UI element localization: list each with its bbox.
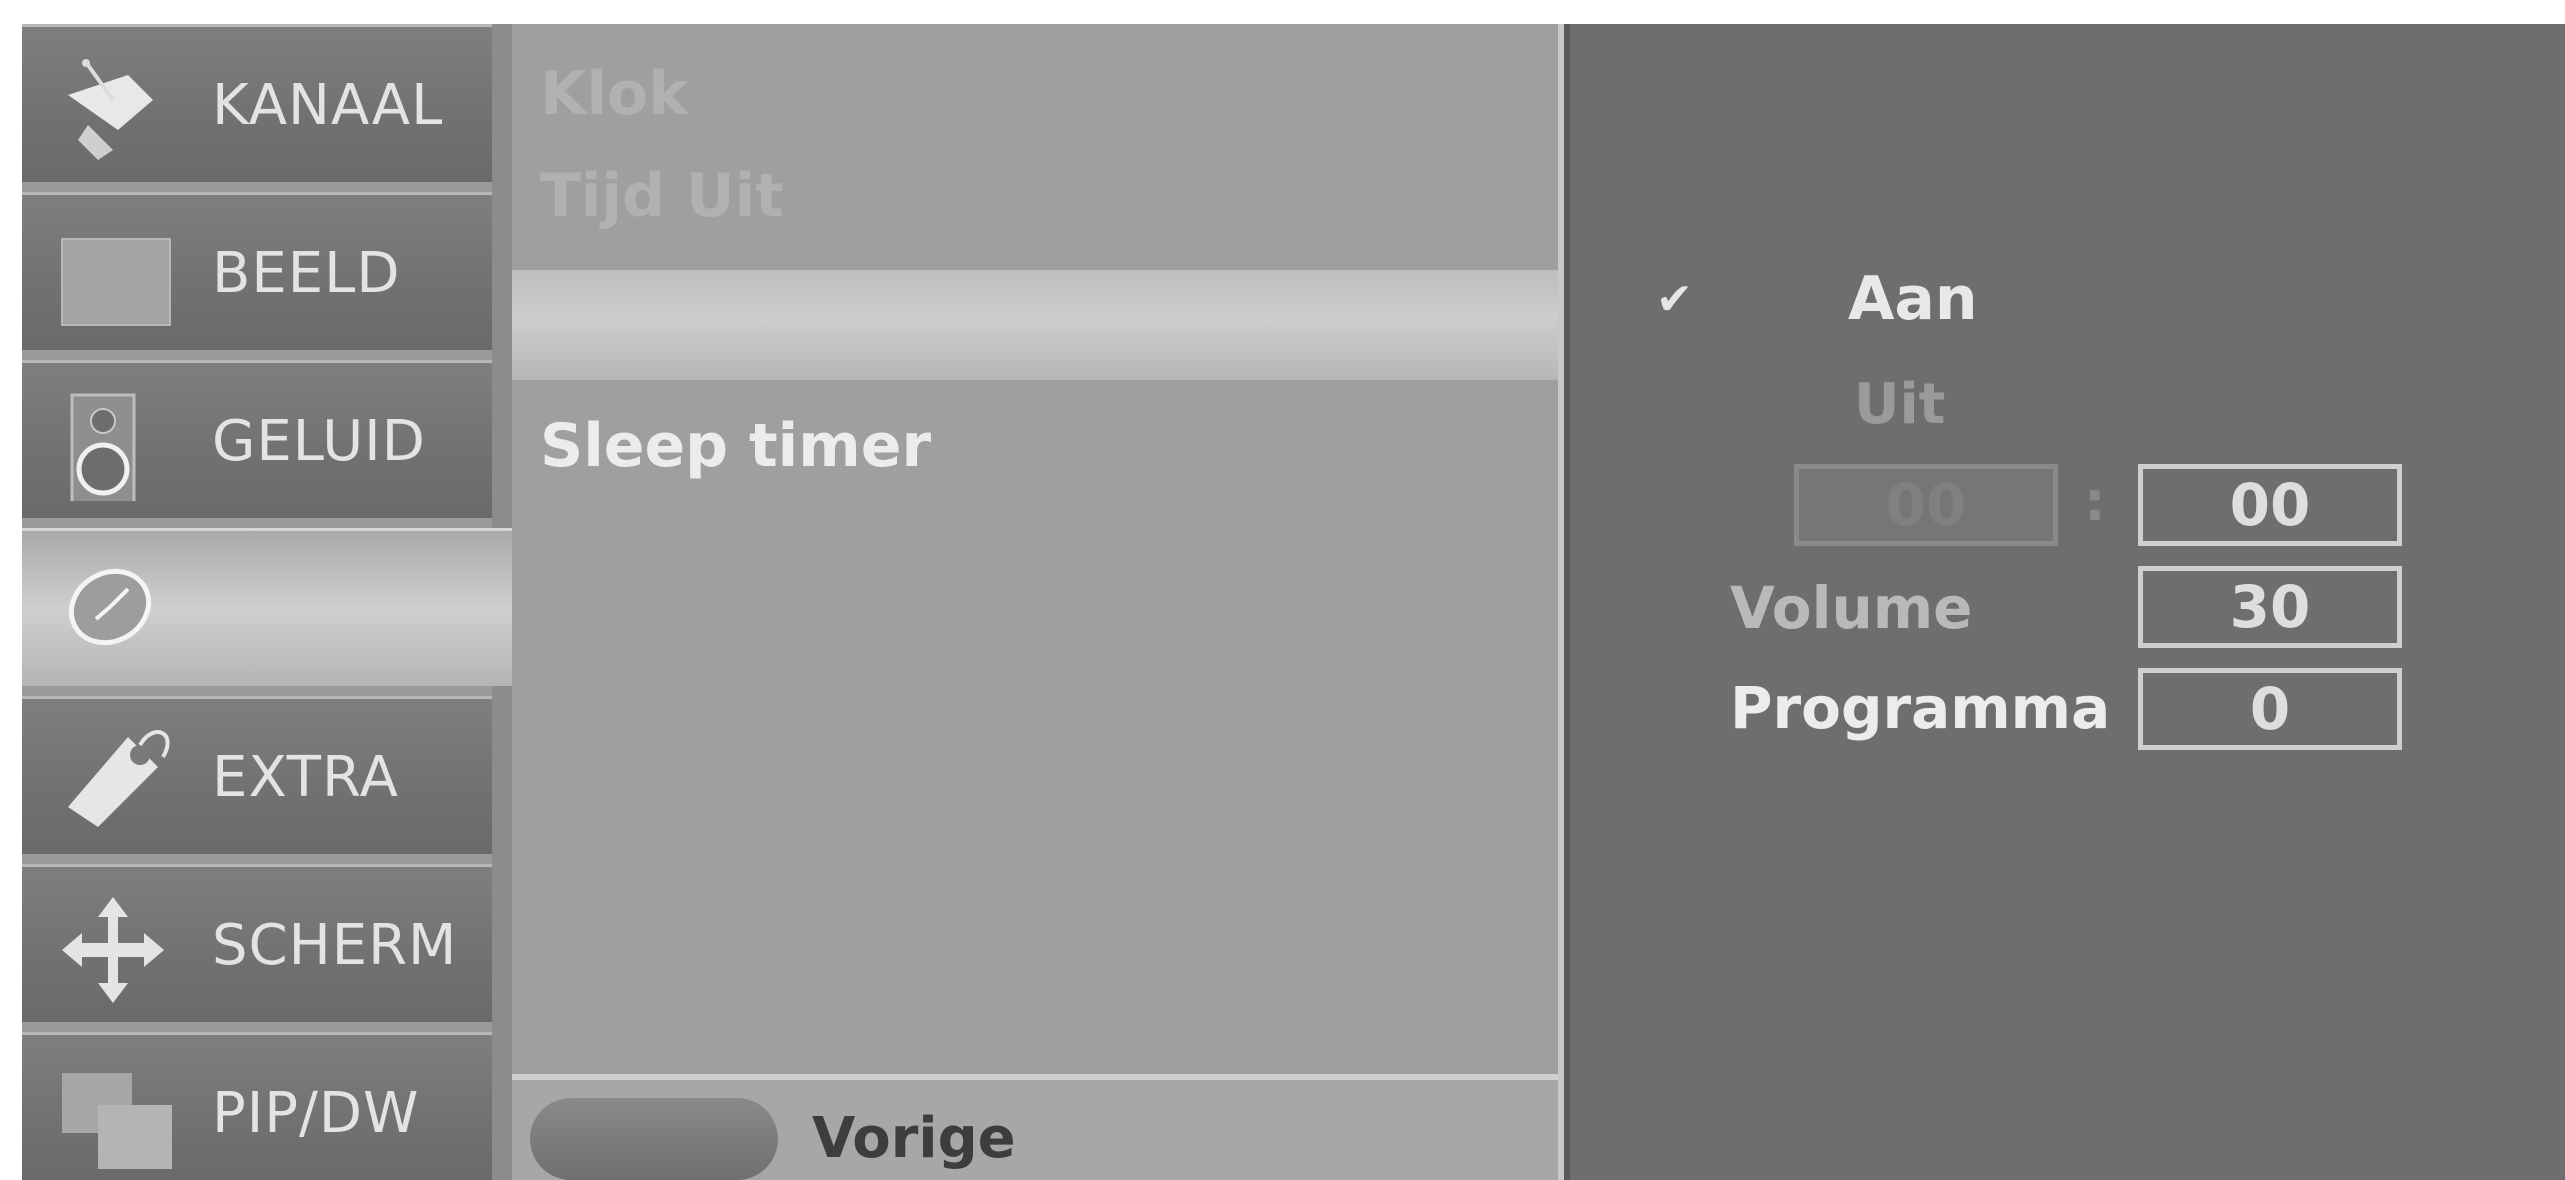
time-separator: : bbox=[2084, 470, 2106, 533]
sidebar-item-scherm[interactable]: SCHERM bbox=[22, 864, 492, 1022]
sidebar-item-label: KANAAL bbox=[212, 73, 444, 138]
move-arrows-icon bbox=[58, 895, 178, 1005]
option-on[interactable]: Aan bbox=[1848, 264, 1978, 334]
sidebar-item-label: EXTRA bbox=[212, 745, 399, 810]
satellite-dish-icon bbox=[58, 55, 178, 165]
sidebar-item-pip-dw[interactable]: PIP/DW bbox=[22, 1032, 492, 1180]
submenu-item-selected[interactable] bbox=[512, 270, 1558, 380]
volume-label: Volume bbox=[1730, 574, 1973, 642]
sidebar-item-label: PIP/DW bbox=[212, 1081, 420, 1146]
clock-icon bbox=[58, 559, 178, 669]
category-sidebar: KANAAL BEELD GELUID EXTRA SCHERM PIP/DW bbox=[22, 24, 522, 1180]
back-label: Vorige bbox=[812, 1106, 1016, 1171]
options-panel: ✔ Aan Uit 00 : 00 Volume 30 Programma 0 bbox=[1564, 24, 2565, 1180]
submenu-item-sleep-timer[interactable]: Sleep timer bbox=[512, 396, 1558, 496]
sidebar-item-geluid[interactable]: GELUID bbox=[22, 360, 492, 518]
sidebar-item-tijd[interactable] bbox=[22, 528, 522, 686]
tag-icon bbox=[58, 727, 178, 837]
sidebar-item-label: SCHERM bbox=[212, 913, 458, 978]
back-button[interactable] bbox=[530, 1098, 778, 1180]
time-submenu: Klok Tijd Uit Sleep timer Vorige bbox=[512, 24, 1564, 1180]
submenu-footer: Vorige bbox=[512, 1074, 1558, 1180]
pip-windows-icon bbox=[58, 1063, 178, 1173]
sidebar-item-extra[interactable]: EXTRA bbox=[22, 696, 492, 854]
programme-label: Programma bbox=[1730, 674, 2111, 742]
programme-field[interactable]: 0 bbox=[2138, 668, 2402, 750]
option-off[interactable]: Uit bbox=[1854, 372, 1945, 437]
checkmark-icon: ✔ bbox=[1656, 274, 1693, 325]
speaker-icon bbox=[58, 391, 178, 509]
minute-field[interactable]: 00 bbox=[2138, 464, 2402, 546]
sidebar-item-label: GELUID bbox=[212, 409, 426, 474]
submenu-item-tijd-uit[interactable]: Tijd Uit bbox=[512, 146, 1558, 246]
hour-field[interactable]: 00 bbox=[1794, 464, 2058, 546]
tv-osd-menu: KANAAL BEELD GELUID EXTRA SCHERM PIP/DW … bbox=[22, 24, 2565, 1180]
sidebar-item-beeld[interactable]: BEELD bbox=[22, 192, 492, 350]
submenu-item-klok[interactable]: Klok bbox=[512, 44, 1558, 144]
picture-square-icon bbox=[58, 223, 178, 333]
volume-field[interactable]: 30 bbox=[2138, 566, 2402, 648]
sidebar-item-kanaal[interactable]: KANAAL bbox=[22, 24, 492, 182]
sidebar-item-label: BEELD bbox=[212, 241, 401, 306]
